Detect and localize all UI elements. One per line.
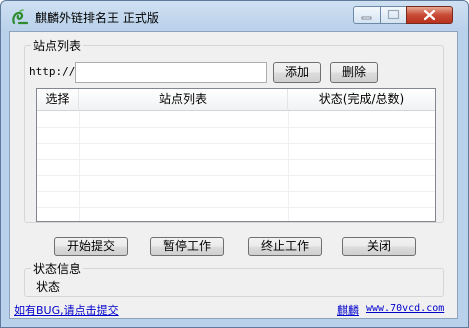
title-bar[interactable]: 麒麟外链排名王 正式版 [1,1,468,31]
site-table[interactable]: 选择 站点列表 状态(完成/总数) [36,88,436,222]
status-text: 状态 [36,280,61,294]
start-submit-button[interactable]: 开始提交 [54,237,128,256]
row-divider [37,127,435,128]
delete-button[interactable]: 删除 [330,62,378,83]
url-prefix-label: http:// [29,65,76,78]
report-bug-link[interactable]: 如有BUG,请点击提交 [14,302,119,318]
column-header-select[interactable]: 选择 [37,89,79,111]
window-title: 麒麟外链排名王 正式版 [35,11,159,25]
logo-icon [12,9,29,25]
minimize-button[interactable] [353,6,381,24]
pause-work-button[interactable]: 暂停工作 [150,237,224,256]
row-divider [37,191,435,192]
table-header: 选择 站点列表 状态(完成/总数) [37,89,435,111]
status-group [24,268,444,297]
add-button[interactable]: 添加 [273,62,321,83]
status-group-label: 状态信息 [31,260,84,277]
main-window: 麒麟外链排名王 正式版 站点列表 http:// 添加 删除 选择 站点列表 状… [0,0,469,328]
brand-link[interactable]: 麒麟 [337,302,359,318]
stop-work-button[interactable]: 终止工作 [248,237,322,256]
minimize-icon [361,16,372,20]
column-header-status[interactable]: 状态(完成/总数) [288,89,435,111]
row-divider [37,207,435,208]
client-area: 站点列表 http:// 添加 删除 选择 站点列表 状态(完成/总数) 开始提… [9,31,458,319]
close-window-button[interactable] [406,6,453,24]
row-divider [37,159,435,160]
maximize-button[interactable] [380,6,407,24]
row-divider [37,175,435,176]
url-input[interactable] [75,62,267,83]
column-header-site[interactable]: 站点列表 [79,89,288,111]
close-icon [423,9,436,21]
site-list-group-label: 站点列表 [31,37,84,54]
row-divider [37,143,435,144]
maximize-icon [387,9,400,20]
close-button[interactable]: 关闭 [342,237,416,256]
website-link[interactable]: www.70vcd.com [366,303,444,314]
